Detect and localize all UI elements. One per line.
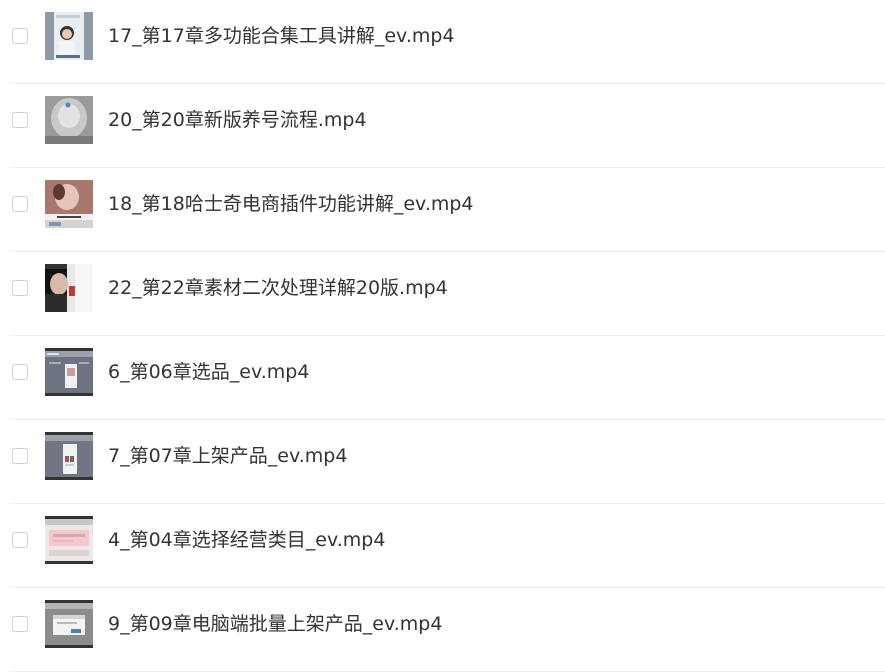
video-thumbnail[interactable]: [45, 600, 93, 648]
row-checkbox[interactable]: [12, 280, 28, 296]
file-name[interactable]: 22_第22章素材二次处理详解20版.mp4: [108, 274, 448, 302]
row-checkbox[interactable]: [12, 196, 28, 212]
file-name[interactable]: 17_第17章多功能合集工具讲解_ev.mp4: [108, 22, 455, 50]
row-checkbox[interactable]: [12, 112, 28, 128]
file-name[interactable]: 9_第09章电脑端批量上架产品_ev.mp4: [108, 610, 442, 638]
row-checkbox[interactable]: [12, 364, 28, 380]
video-thumbnail[interactable]: [45, 348, 93, 396]
file-row[interactable]: 20_第20章新版养号流程.mp4: [0, 84, 885, 168]
video-thumbnail[interactable]: [45, 12, 93, 60]
video-thumbnail[interactable]: [45, 264, 93, 312]
file-name[interactable]: 4_第04章选择经营类目_ev.mp4: [108, 526, 385, 554]
file-row[interactable]: 4_第04章选择经营类目_ev.mp4: [0, 504, 885, 588]
row-checkbox[interactable]: [12, 448, 28, 464]
file-row[interactable]: 9_第09章电脑端批量上架产品_ev.mp4: [0, 588, 885, 672]
file-row[interactable]: 22_第22章素材二次处理详解20版.mp4: [0, 252, 885, 336]
video-thumbnail[interactable]: [45, 516, 93, 564]
file-row[interactable]: 7_第07章上架产品_ev.mp4: [0, 420, 885, 504]
row-checkbox[interactable]: [12, 616, 28, 632]
file-list: 17_第17章多功能合集工具讲解_ev.mp4 20_第20章新版养号流程.mp…: [0, 0, 885, 672]
file-name[interactable]: 6_第06章选品_ev.mp4: [108, 358, 309, 386]
row-checkbox[interactable]: [12, 28, 28, 44]
video-thumbnail[interactable]: [45, 432, 93, 480]
video-thumbnail[interactable]: [45, 180, 93, 228]
file-row[interactable]: 6_第06章选品_ev.mp4: [0, 336, 885, 420]
file-name[interactable]: 18_第18哈士奇电商插件功能讲解_ev.mp4: [108, 190, 474, 218]
file-name[interactable]: 20_第20章新版养号流程.mp4: [108, 106, 367, 134]
file-row[interactable]: 18_第18哈士奇电商插件功能讲解_ev.mp4: [0, 168, 885, 252]
video-thumbnail[interactable]: [45, 96, 93, 144]
row-checkbox[interactable]: [12, 532, 28, 548]
file-row[interactable]: 17_第17章多功能合集工具讲解_ev.mp4: [0, 0, 885, 84]
file-name[interactable]: 7_第07章上架产品_ev.mp4: [108, 442, 347, 470]
